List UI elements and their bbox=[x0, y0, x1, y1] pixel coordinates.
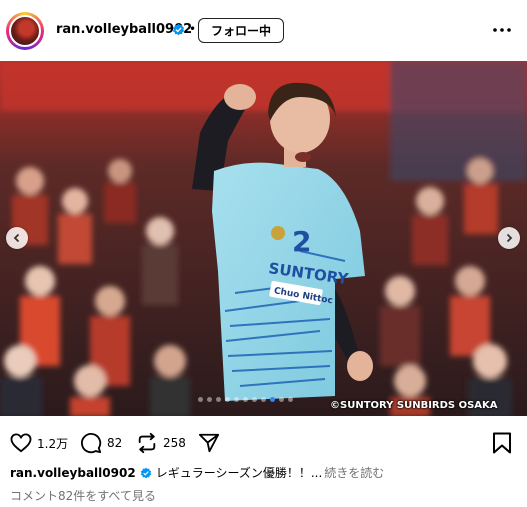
caption-username-link[interactable]: ran.volleyball0902 bbox=[10, 466, 136, 480]
avatar-image bbox=[9, 15, 41, 47]
photo-copyright: ©SUNTORY SUNBIRDS OSAKA bbox=[330, 400, 498, 411]
next-image-button[interactable] bbox=[498, 227, 520, 249]
separator-dot: • bbox=[189, 22, 197, 36]
more-options-icon[interactable] bbox=[490, 22, 514, 38]
repost-count: 258 bbox=[163, 436, 186, 450]
verified-badge-icon bbox=[172, 23, 185, 36]
view-all-comments-link[interactable]: コメント82件をすべて見る bbox=[10, 487, 156, 504]
like-button[interactable]: 1.2万 bbox=[10, 432, 68, 454]
comment-button[interactable]: 82 bbox=[80, 432, 122, 454]
save-button[interactable] bbox=[492, 432, 512, 454]
carousel-dot bbox=[243, 397, 248, 402]
carousel-dot bbox=[270, 397, 275, 402]
action-bar: 1.2万 82 258 bbox=[0, 428, 527, 456]
heart-icon bbox=[10, 433, 32, 453]
read-more-link[interactable]: 続きを読む bbox=[324, 464, 384, 481]
carousel-dot bbox=[234, 397, 239, 402]
carousel-dot bbox=[216, 397, 221, 402]
post-caption: ran.volleyball0902 レギュラーシーズン優勝！！... 続きを読… bbox=[10, 464, 384, 481]
send-button[interactable] bbox=[198, 432, 220, 454]
comment-icon bbox=[81, 433, 102, 454]
chevron-right-icon bbox=[506, 233, 513, 243]
carousel-dot bbox=[198, 397, 203, 402]
chevron-left-icon bbox=[13, 233, 20, 243]
carousel-dot bbox=[261, 397, 266, 402]
following-button[interactable]: フォロー中 bbox=[198, 18, 284, 43]
post-header: ran.volleyball0902 • フォロー中 bbox=[0, 0, 527, 61]
carousel-dot bbox=[288, 397, 293, 402]
carousel-dot bbox=[225, 397, 230, 402]
carousel-dot bbox=[252, 397, 257, 402]
jersey-number-text: 2 bbox=[292, 225, 311, 258]
carousel-dot bbox=[207, 397, 212, 402]
like-count[interactable]: 1.2万 bbox=[37, 435, 68, 452]
repost-button[interactable]: 258 bbox=[136, 432, 186, 454]
repost-icon bbox=[138, 432, 156, 454]
verified-badge-icon bbox=[140, 467, 151, 478]
photo-scene: SUNTORY 2 Chuo Nittoc bbox=[0, 61, 527, 416]
carousel-dots bbox=[198, 397, 293, 402]
comment-count: 82 bbox=[107, 436, 123, 450]
carousel-dot bbox=[279, 397, 284, 402]
post-photo[interactable]: SUNTORY 2 Chuo Nittoc ©SUNTORY SUNBIRDS … bbox=[0, 61, 527, 416]
send-icon bbox=[198, 433, 220, 453]
caption-text: レギュラーシーズン優勝！！... bbox=[155, 466, 323, 480]
previous-image-button[interactable] bbox=[6, 227, 28, 249]
bookmark-icon bbox=[493, 432, 511, 454]
avatar[interactable] bbox=[6, 12, 44, 50]
